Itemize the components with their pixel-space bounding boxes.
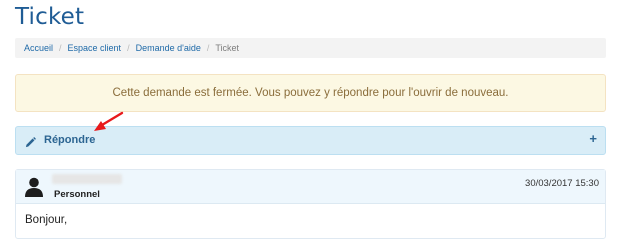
breadcrumb-link-client-area[interactable]: Espace client [68,43,122,53]
red-arrow-icon [94,111,124,131]
breadcrumb-link-help-request[interactable]: Demande d'aide [136,43,201,53]
alert-text: Cette demande est fermée. Vous pouvez y … [112,87,509,99]
page-title: Ticket [15,4,85,30]
message-body: Bonjour, [25,214,68,226]
author-name-redacted [52,174,122,184]
breadcrumb-link-home[interactable]: Accueil [24,43,53,53]
message-date: 30/03/2017 15:30 [525,178,599,189]
breadcrumb-separator: / [206,43,210,53]
closed-ticket-alert: Cette demande est fermée. Vous pouvez y … [15,74,606,112]
breadcrumb: Accueil / Espace client / Demande d'aide / Tic… [15,38,606,58]
plus-icon[interactable]: + [589,131,597,146]
pencil-icon [25,135,36,153]
author-role: Personnel [54,189,100,200]
breadcrumb-separator: / [59,43,62,53]
breadcrumb-current: Ticket [215,43,240,53]
message-header: Personnel 30/03/2017 15:30 [16,170,605,204]
ticket-message: Personnel 30/03/2017 15:30 Bonjour, [15,169,606,239]
user-icon [24,177,44,202]
breadcrumb-separator: / [127,43,130,53]
